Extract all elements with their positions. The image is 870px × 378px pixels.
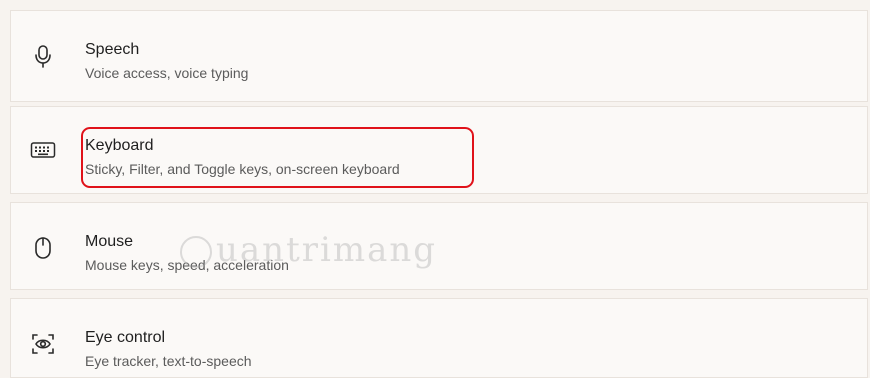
keyboard-highlight-box bbox=[81, 127, 474, 188]
eye-control-icon bbox=[29, 330, 57, 358]
eye-control-settings-item[interactable]: Eye control Eye tracker, text-to-speech bbox=[10, 298, 868, 378]
keyboard-settings-item[interactable]: Keyboard Sticky, Filter, and Toggle keys… bbox=[10, 106, 868, 194]
keyboard-icon bbox=[29, 136, 57, 164]
speech-title: Speech bbox=[85, 41, 140, 58]
mouse-subtitle: Mouse keys, speed, acceleration bbox=[85, 257, 289, 273]
mouse-settings-item[interactable]: Mouse Mouse keys, speed, acceleration bbox=[10, 202, 868, 290]
eye-control-title: Eye control bbox=[85, 329, 166, 346]
eye-control-subtitle: Eye tracker, text-to-speech bbox=[85, 353, 252, 369]
speech-settings-item[interactable]: Speech Voice access, voice typing bbox=[10, 10, 868, 102]
mouse-title: Mouse bbox=[85, 233, 134, 250]
mouse-icon bbox=[29, 234, 57, 262]
speech-subtitle: Voice access, voice typing bbox=[85, 65, 249, 81]
microphone-icon bbox=[29, 42, 57, 70]
